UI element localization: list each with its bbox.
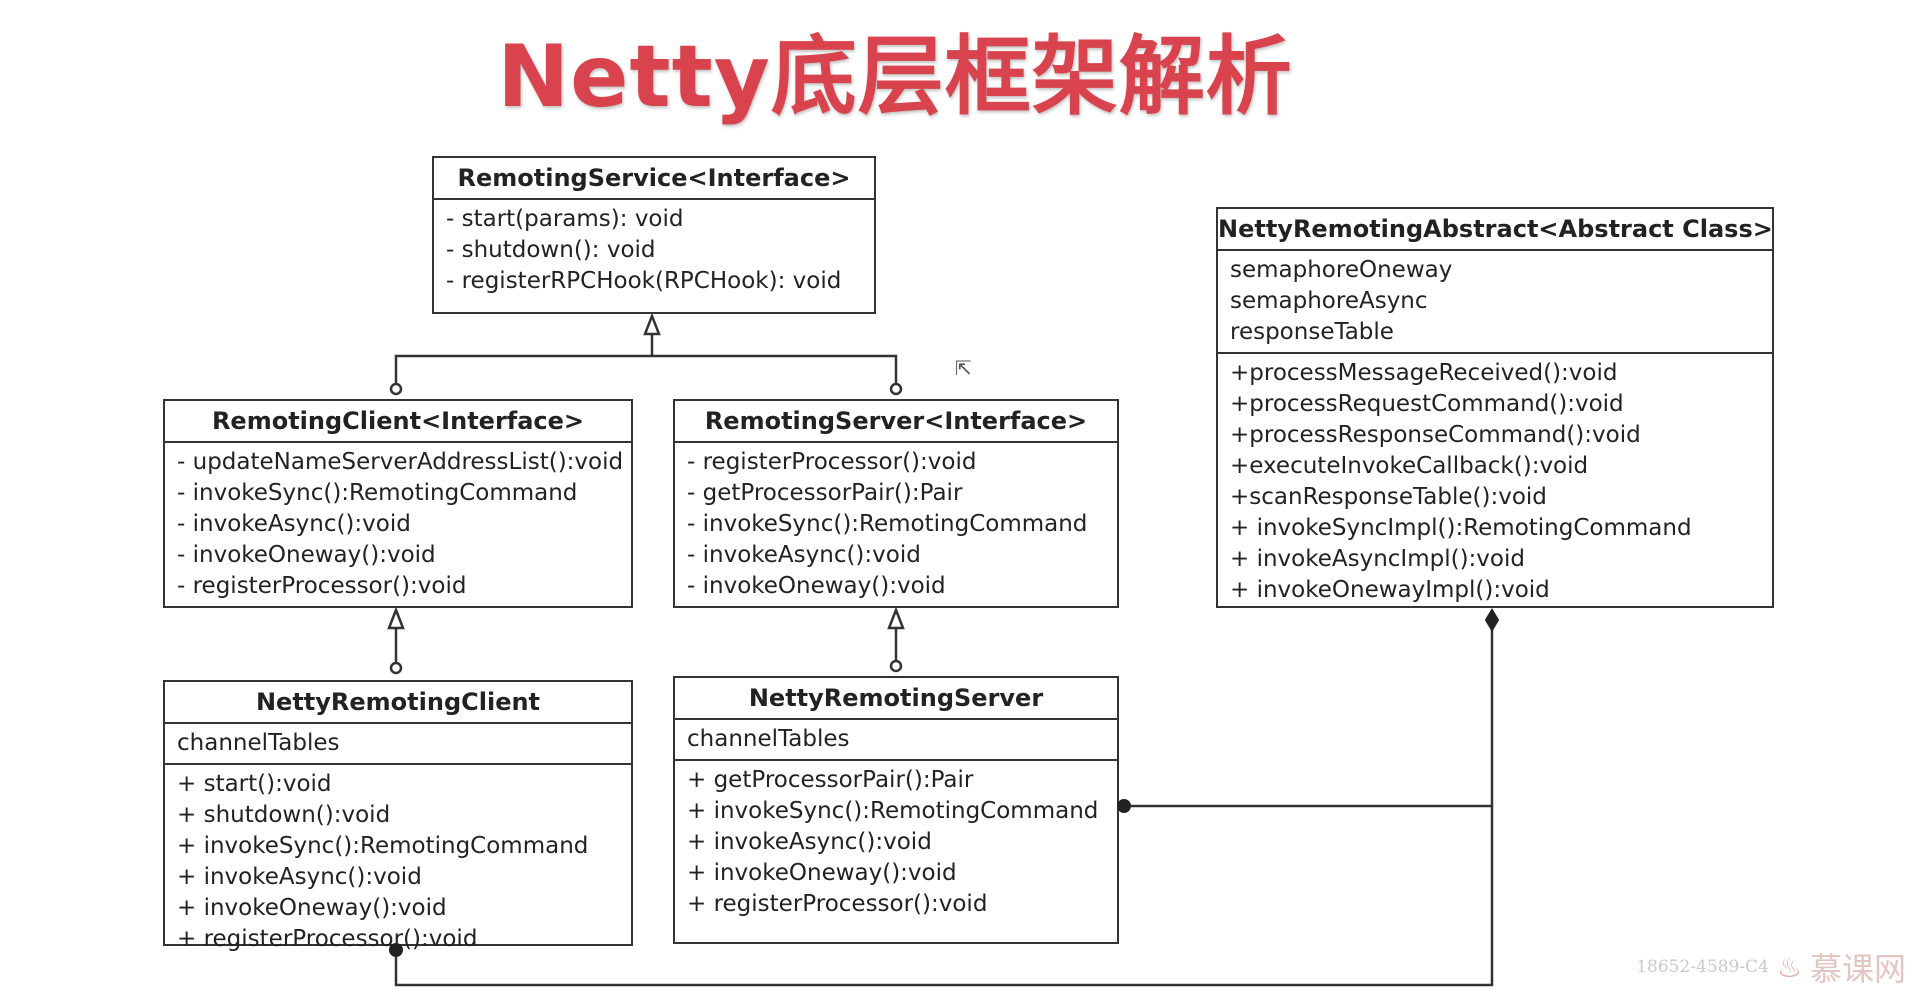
inherit-arrowhead	[643, 312, 661, 336]
watermark-logo: 慕课网	[1809, 950, 1906, 988]
inherit-arrowhead	[887, 606, 905, 630]
composition-endpoint	[1117, 799, 1131, 813]
composition-endpoint	[389, 943, 403, 957]
watermark: 18652-4589-C4 ♨ 慕课网	[1636, 944, 1906, 990]
mouse-cursor-icon: ⇱	[955, 356, 972, 380]
inherit-endpoint	[889, 382, 903, 396]
inherit-line	[394, 354, 898, 394]
inherit-arrowhead	[387, 606, 405, 630]
composition-diamond	[1484, 608, 1500, 632]
connectors	[387, 312, 1500, 987]
inherit-endpoint	[389, 661, 403, 675]
inherit-endpoint	[389, 382, 403, 396]
flame-icon: ♨	[1776, 950, 1802, 984]
watermark-id: 18652-4589-C4	[1636, 957, 1769, 977]
inherit-endpoint	[889, 659, 903, 673]
